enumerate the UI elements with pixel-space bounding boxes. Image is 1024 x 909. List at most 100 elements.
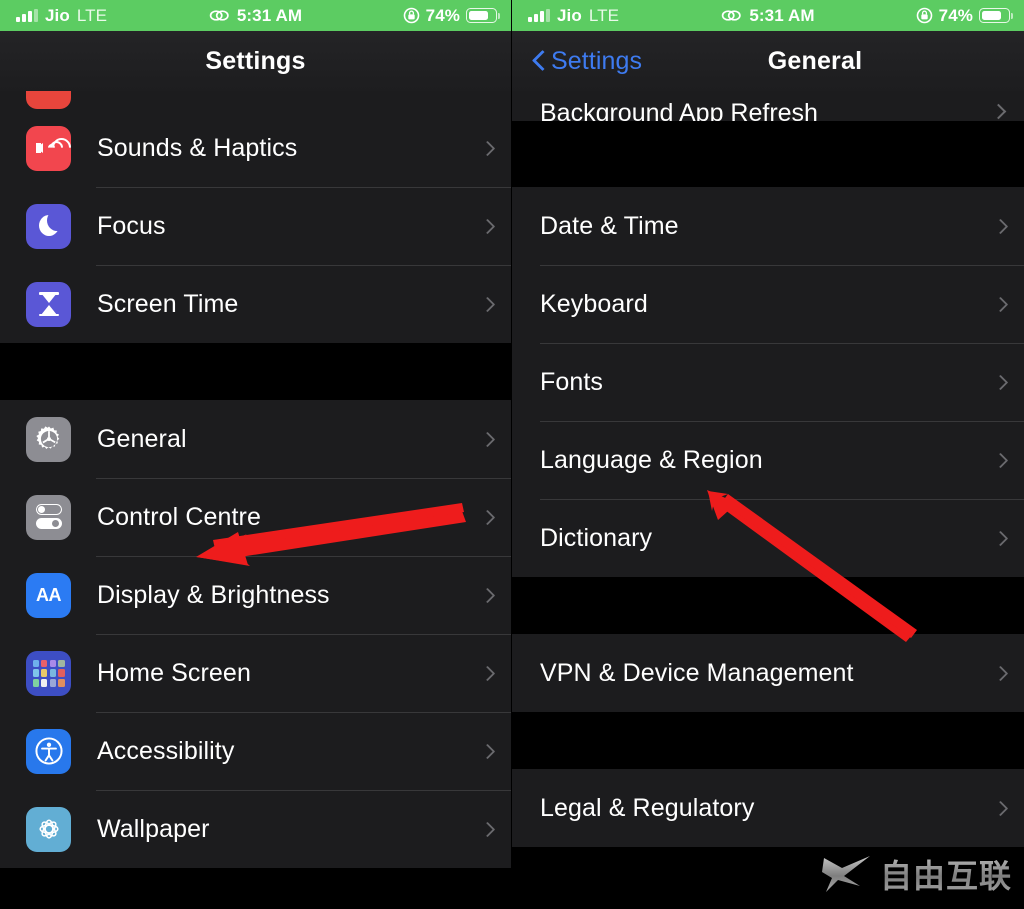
section-gap bbox=[512, 712, 1024, 769]
watermark: 自由互联 bbox=[821, 851, 1012, 897]
aa-text-icon: AA bbox=[26, 572, 71, 618]
settings-row-label: Display & Brightness bbox=[97, 580, 330, 609]
settings-group-2: VPN & Device Management bbox=[512, 634, 1024, 712]
back-button[interactable]: Settings bbox=[532, 47, 642, 76]
moon-icon bbox=[26, 203, 71, 249]
chevron-right-icon bbox=[992, 452, 1009, 468]
settings-row-screen-time[interactable]: Screen Time bbox=[0, 265, 511, 343]
status-bar-left: Jio LTE 5:31 AM 74% bbox=[0, 0, 511, 31]
settings-row-label: Fonts bbox=[540, 367, 604, 396]
link-icon bbox=[722, 10, 742, 21]
settings-row-sounds-haptics[interactable]: Sounds & Haptics bbox=[0, 109, 511, 187]
flower-icon bbox=[26, 806, 71, 852]
partial-row-background-app-refresh[interactable]: Background App Refresh bbox=[512, 91, 1024, 121]
back-button-label: Settings bbox=[551, 46, 643, 75]
settings-row-vpn-device-management[interactable]: VPN & Device Management bbox=[512, 634, 1024, 712]
settings-row-label: Accessibility bbox=[97, 736, 235, 765]
status-bar-right-group: 74% bbox=[916, 6, 1013, 25]
settings-row-label: Keyboard bbox=[540, 289, 648, 318]
chevron-right-icon bbox=[479, 665, 496, 681]
settings-row-label: Background App Refresh bbox=[540, 99, 818, 121]
clock-label: 5:31 AM bbox=[749, 6, 815, 25]
app-grid-icon bbox=[26, 650, 71, 696]
settings-row-wallpaper[interactable]: Wallpaper bbox=[0, 790, 511, 868]
accessibility-icon bbox=[26, 728, 71, 774]
battery-percent-label: 74% bbox=[425, 6, 460, 25]
rotation-lock-icon bbox=[916, 7, 932, 24]
settings-row-fonts[interactable]: Fonts bbox=[512, 343, 1024, 421]
settings-row-general[interactable]: General bbox=[0, 400, 511, 478]
battery-icon bbox=[979, 8, 1013, 23]
rotation-lock-icon bbox=[403, 7, 419, 24]
partial-row-notifications[interactable] bbox=[0, 91, 511, 109]
status-bar-right-group: 74% bbox=[403, 6, 500, 25]
settings-group-1: Sounds & Haptics Focus Screen Time bbox=[0, 109, 511, 343]
settings-row-label: Dictionary bbox=[540, 523, 653, 552]
settings-list-right: Background App Refresh Date & Time Keybo… bbox=[512, 91, 1024, 909]
dual-screenshot-container: Jio LTE 5:31 AM 74% Settings Sounds & Ha… bbox=[0, 0, 1024, 909]
hourglass-icon bbox=[26, 281, 71, 327]
settings-row-language-region[interactable]: Language & Region bbox=[512, 421, 1024, 499]
battery-percent-label: 74% bbox=[938, 6, 973, 25]
settings-row-date-time[interactable]: Date & Time bbox=[512, 187, 1024, 265]
settings-row-label: Screen Time bbox=[97, 289, 239, 318]
settings-group-2: General Control Centre AA Display & Brig… bbox=[0, 400, 511, 868]
battery-icon bbox=[466, 8, 500, 23]
settings-group-1: Date & Time Keyboard Fonts Language & Re… bbox=[512, 187, 1024, 577]
nav-bar-right: Settings General bbox=[512, 31, 1024, 91]
chevron-right-icon bbox=[992, 374, 1009, 390]
settings-row-label: VPN & Device Management bbox=[540, 658, 854, 687]
gear-glyph bbox=[35, 426, 59, 449]
settings-list-left: Sounds & Haptics Focus Screen Time Gener… bbox=[0, 91, 511, 909]
settings-row-legal-regulatory[interactable]: Legal & Regulatory bbox=[512, 769, 1024, 847]
settings-group-3: Legal & Regulatory bbox=[512, 769, 1024, 847]
chevron-right-icon bbox=[990, 103, 1007, 120]
left-phone-screen: Jio LTE 5:31 AM 74% Settings Sounds & Ha… bbox=[0, 0, 512, 909]
chevron-right-icon bbox=[479, 296, 496, 312]
right-phone-screen: Jio LTE 5:31 AM 74% Settings General Bac… bbox=[512, 0, 1024, 909]
chevron-right-icon bbox=[992, 296, 1009, 312]
section-gap bbox=[0, 343, 511, 400]
settings-row-display-brightness[interactable]: AA Display & Brightness bbox=[0, 556, 511, 634]
settings-row-label: Language & Region bbox=[540, 445, 763, 474]
settings-row-label: Date & Time bbox=[540, 211, 679, 240]
status-bar-right: Jio LTE 5:31 AM 74% bbox=[512, 0, 1024, 31]
section-gap bbox=[512, 577, 1024, 634]
nav-bar-left: Settings bbox=[0, 31, 511, 91]
chevron-right-icon bbox=[479, 587, 496, 603]
chevron-right-icon bbox=[992, 800, 1009, 816]
chevron-right-icon bbox=[992, 665, 1009, 681]
chevron-right-icon bbox=[992, 218, 1009, 234]
notifications-icon bbox=[26, 91, 71, 109]
toggles-icon bbox=[26, 494, 71, 540]
settings-row-label: Focus bbox=[97, 211, 166, 240]
speaker-icon bbox=[26, 125, 71, 171]
settings-row-home-screen[interactable]: Home Screen bbox=[0, 634, 511, 712]
toggle-on-glyph bbox=[35, 518, 62, 529]
settings-row-label: Wallpaper bbox=[97, 814, 210, 843]
flower-glyph bbox=[38, 819, 59, 839]
settings-row-label: Home Screen bbox=[97, 658, 251, 687]
gear-icon bbox=[26, 416, 71, 462]
accessibility-glyph bbox=[34, 737, 63, 765]
clock-label: 5:31 AM bbox=[236, 6, 303, 25]
chevron-right-icon bbox=[479, 821, 496, 837]
chevron-right-icon bbox=[992, 530, 1009, 546]
page-title: Settings bbox=[205, 46, 306, 75]
section-gap bbox=[512, 121, 1024, 187]
settings-row-label: General bbox=[97, 424, 187, 453]
chevron-right-icon bbox=[479, 509, 496, 525]
chevron-right-icon bbox=[479, 140, 496, 156]
settings-row-keyboard[interactable]: Keyboard bbox=[512, 265, 1024, 343]
settings-row-label: Sounds & Haptics bbox=[97, 133, 298, 162]
settings-row-accessibility[interactable]: Accessibility bbox=[0, 712, 511, 790]
settings-row-focus[interactable]: Focus bbox=[0, 187, 511, 265]
settings-row-label: Legal & Regulatory bbox=[540, 793, 755, 822]
toggle-off-glyph bbox=[35, 504, 62, 515]
chevron-right-icon bbox=[479, 743, 496, 759]
settings-row-dictionary[interactable]: Dictionary bbox=[512, 499, 1024, 577]
x-logo-icon bbox=[821, 856, 870, 892]
watermark-text: 自由互联 bbox=[880, 851, 1012, 897]
settings-row-control-centre[interactable]: Control Centre bbox=[0, 478, 511, 556]
settings-row-label: Control Centre bbox=[97, 502, 261, 531]
